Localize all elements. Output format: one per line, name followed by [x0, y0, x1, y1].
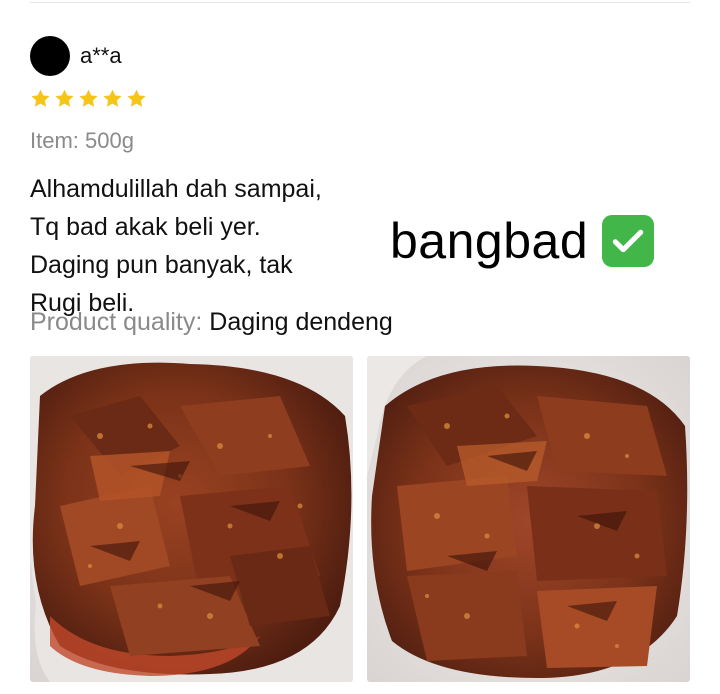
- overlay-tag: bangbad: [390, 212, 655, 270]
- review-text-line: Tq bad akak beli yer.: [30, 213, 261, 241]
- product-quality-value: Daging dendeng: [209, 308, 393, 336]
- star-icon: [55, 89, 74, 107]
- top-divider: [30, 2, 690, 3]
- overlay-text: bangbad: [390, 213, 589, 269]
- reviewer-name: a**a: [80, 43, 122, 68]
- review-photo-1[interactable]: [30, 356, 353, 682]
- beef-rendang-photo: [30, 356, 353, 682]
- star-rating: [30, 88, 147, 109]
- beef-rendang-photo: [367, 356, 690, 682]
- product-quality-label: Product quality:: [30, 308, 203, 336]
- avatar[interactable]: [30, 36, 70, 76]
- star-icon: [127, 89, 146, 107]
- check-mark-button-icon: [602, 215, 655, 267]
- review-photo-2[interactable]: [367, 356, 690, 682]
- star-icon: [79, 89, 98, 107]
- star-icon: [103, 89, 122, 107]
- product-quality: Product quality: Daging dendeng: [30, 308, 393, 337]
- reviewer-header: a**a: [30, 36, 122, 76]
- review-text: Alhamdulillah dah sampai, Tq bad akak be…: [30, 170, 380, 322]
- review-text-line: Daging pun banyak, tak: [30, 251, 293, 279]
- star-icon: [31, 89, 50, 107]
- review-text-line: Alhamdulillah dah sampai,: [30, 175, 322, 203]
- item-variant: Item: 500g: [30, 128, 134, 153]
